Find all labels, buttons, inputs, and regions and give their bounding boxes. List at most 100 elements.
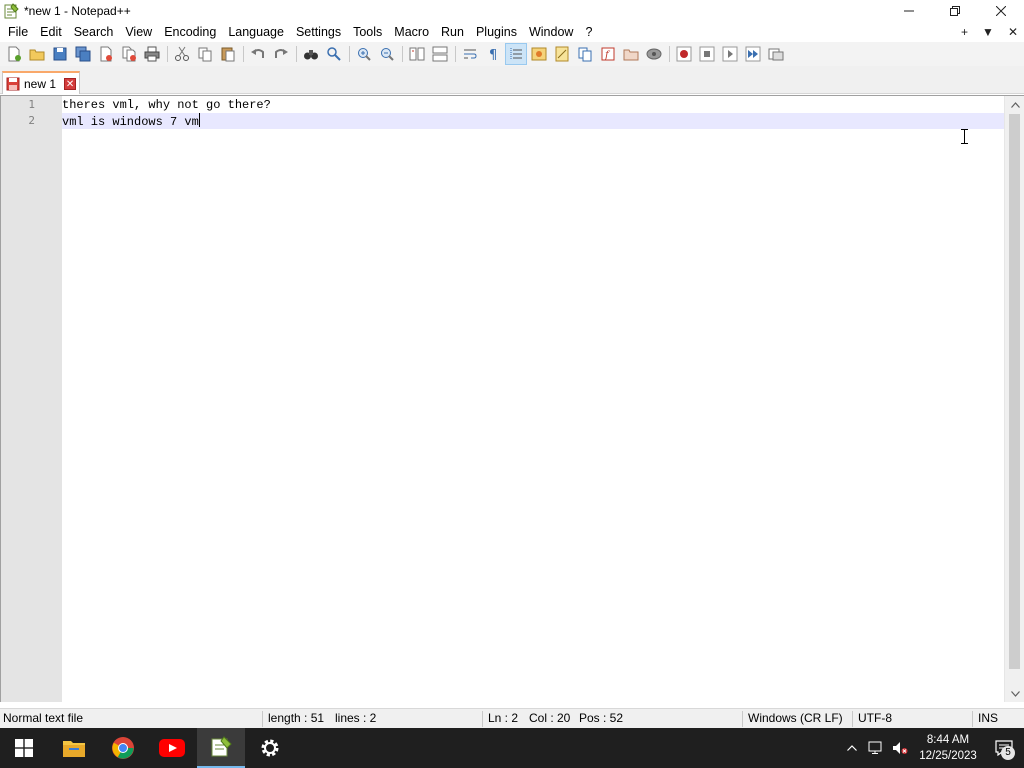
close-file-button[interactable]: [96, 44, 116, 64]
taskbar-chrome[interactable]: [99, 728, 147, 768]
zoom-in-button[interactable]: [354, 44, 374, 64]
volume-button[interactable]: [888, 728, 912, 768]
status-line-number[interactable]: Ln : 2: [485, 709, 518, 729]
indent-guide-button[interactable]: [505, 43, 527, 65]
clock-time: 8:44 AM: [926, 734, 970, 746]
document-list-button[interactable]: [575, 44, 595, 64]
copy-icon: [198, 47, 212, 62]
taskbar-youtube[interactable]: [148, 728, 196, 768]
menu-file[interactable]: File: [2, 22, 34, 42]
add-tab-icon[interactable]: +: [961, 25, 968, 39]
close-button[interactable]: [978, 0, 1024, 22]
user-defined-language-button[interactable]: [529, 44, 549, 64]
network-button[interactable]: [864, 728, 888, 768]
menu-settings[interactable]: Settings: [290, 22, 347, 42]
scroll-down-arrow-icon[interactable]: [1005, 685, 1024, 702]
record-macro-icon: [676, 46, 692, 62]
window-controls: [886, 0, 1024, 22]
copy-button[interactable]: [195, 44, 215, 64]
menu-encoding[interactable]: Encoding: [158, 22, 222, 42]
menu-plugins[interactable]: Plugins: [470, 22, 523, 42]
taskbar-clock[interactable]: 8:44 AM 12/25/2023: [912, 732, 984, 764]
minimize-button[interactable]: [886, 0, 932, 22]
editor-line[interactable]: theres vml, why not go there?: [62, 97, 271, 113]
windows-taskbar: 8:44 AM 12/25/2023 5: [0, 728, 1024, 768]
status-column[interactable]: Col : 20: [526, 709, 570, 729]
menu-view[interactable]: View: [119, 22, 158, 42]
close-document-icon[interactable]: ✕: [1008, 25, 1018, 39]
function-list-button[interactable]: f: [598, 44, 618, 64]
restore-icon: [950, 6, 960, 16]
window-title: *new 1 - Notepad++: [24, 4, 131, 18]
folder-as-workspace-button[interactable]: [621, 44, 641, 64]
print-button[interactable]: [142, 44, 162, 64]
status-eol-format[interactable]: Windows (CR LF): [745, 709, 843, 729]
menu-edit[interactable]: Edit: [34, 22, 68, 42]
taskbar-file-explorer[interactable]: [50, 728, 98, 768]
start-button[interactable]: [0, 728, 48, 768]
sync-vertical-scroll-button[interactable]: [407, 44, 427, 64]
taskbar-notepadpp[interactable]: [197, 728, 245, 768]
vertical-scrollbar[interactable]: [1004, 96, 1024, 702]
taskbar-settings[interactable]: [246, 728, 294, 768]
run-macro-multiple-button[interactable]: [743, 44, 763, 64]
zoom-out-button[interactable]: [377, 44, 397, 64]
title-bar[interactable]: *new 1 - Notepad++: [0, 0, 1024, 22]
text-editor[interactable]: 1 2 theres vml, why not go there? vml is…: [0, 95, 1024, 702]
save-all-button[interactable]: [73, 44, 93, 64]
function-list-icon: f: [601, 47, 615, 61]
indent-guide-icon: [510, 48, 522, 60]
close-all-button[interactable]: [119, 44, 139, 64]
show-hidden-icons-button[interactable]: [840, 728, 864, 768]
sync-horizontal-scroll-button[interactable]: [430, 44, 450, 64]
paste-button[interactable]: [218, 44, 238, 64]
tab-close-icon[interactable]: ✕: [64, 77, 77, 90]
save-button[interactable]: [50, 44, 70, 64]
playback-button[interactable]: [720, 44, 740, 64]
status-position[interactable]: Pos : 52: [576, 709, 623, 729]
save-macro-button[interactable]: [766, 44, 786, 64]
replace-button[interactable]: [324, 44, 344, 64]
undo-button[interactable]: [248, 44, 268, 64]
toolbar-separator: [455, 46, 456, 62]
menu-tools[interactable]: Tools: [347, 22, 388, 42]
action-center-button[interactable]: 5: [984, 728, 1024, 768]
start-recording-button[interactable]: [674, 44, 694, 64]
unsaved-file-icon: [6, 77, 20, 90]
svg-text:¶: ¶: [489, 48, 497, 62]
cut-button[interactable]: [172, 44, 192, 64]
play-macro-icon: [722, 46, 738, 62]
status-insert-mode[interactable]: INS: [975, 709, 998, 729]
menu-language[interactable]: Language: [222, 22, 290, 42]
text-caret: [198, 113, 200, 127]
new-file-button[interactable]: [4, 44, 24, 64]
tab-label: new 1: [24, 76, 57, 91]
toolbar: ¶ f: [0, 42, 1024, 66]
menu-search[interactable]: Search: [68, 22, 120, 42]
find-button[interactable]: [301, 44, 321, 64]
scrollbar-thumb[interactable]: [1009, 114, 1020, 669]
monitoring-button[interactable]: [644, 44, 664, 64]
windows-logo-icon: [15, 739, 33, 757]
menu-run[interactable]: Run: [435, 22, 470, 42]
stop-recording-button[interactable]: [697, 44, 717, 64]
menu-help[interactable]: ?: [579, 22, 598, 42]
sync-vertical-icon: [409, 47, 425, 61]
tab-list-dropdown-icon[interactable]: ▼: [982, 25, 994, 39]
tab-new-1[interactable]: new 1 ✕: [2, 71, 80, 94]
restore-button[interactable]: [932, 0, 978, 22]
status-encoding[interactable]: UTF-8: [855, 709, 892, 729]
udl-icon: [531, 47, 547, 61]
scroll-up-arrow-icon[interactable]: [1005, 96, 1024, 113]
menu-window[interactable]: Window: [523, 22, 579, 42]
notepadpp-window: *new 1 - Notepad++ File Edit Search View…: [0, 0, 1024, 768]
open-file-button[interactable]: [27, 44, 47, 64]
redo-button[interactable]: [271, 44, 291, 64]
status-divider: [262, 711, 263, 727]
show-all-characters-button[interactable]: ¶: [483, 44, 503, 64]
document-map-button[interactable]: [552, 44, 572, 64]
word-wrap-button[interactable]: [460, 44, 480, 64]
menu-macro[interactable]: Macro: [388, 22, 435, 42]
editor-line-text: theres vml, why not go there?: [62, 98, 271, 112]
editor-line-current[interactable]: vml is windows 7 vm: [62, 113, 1004, 129]
